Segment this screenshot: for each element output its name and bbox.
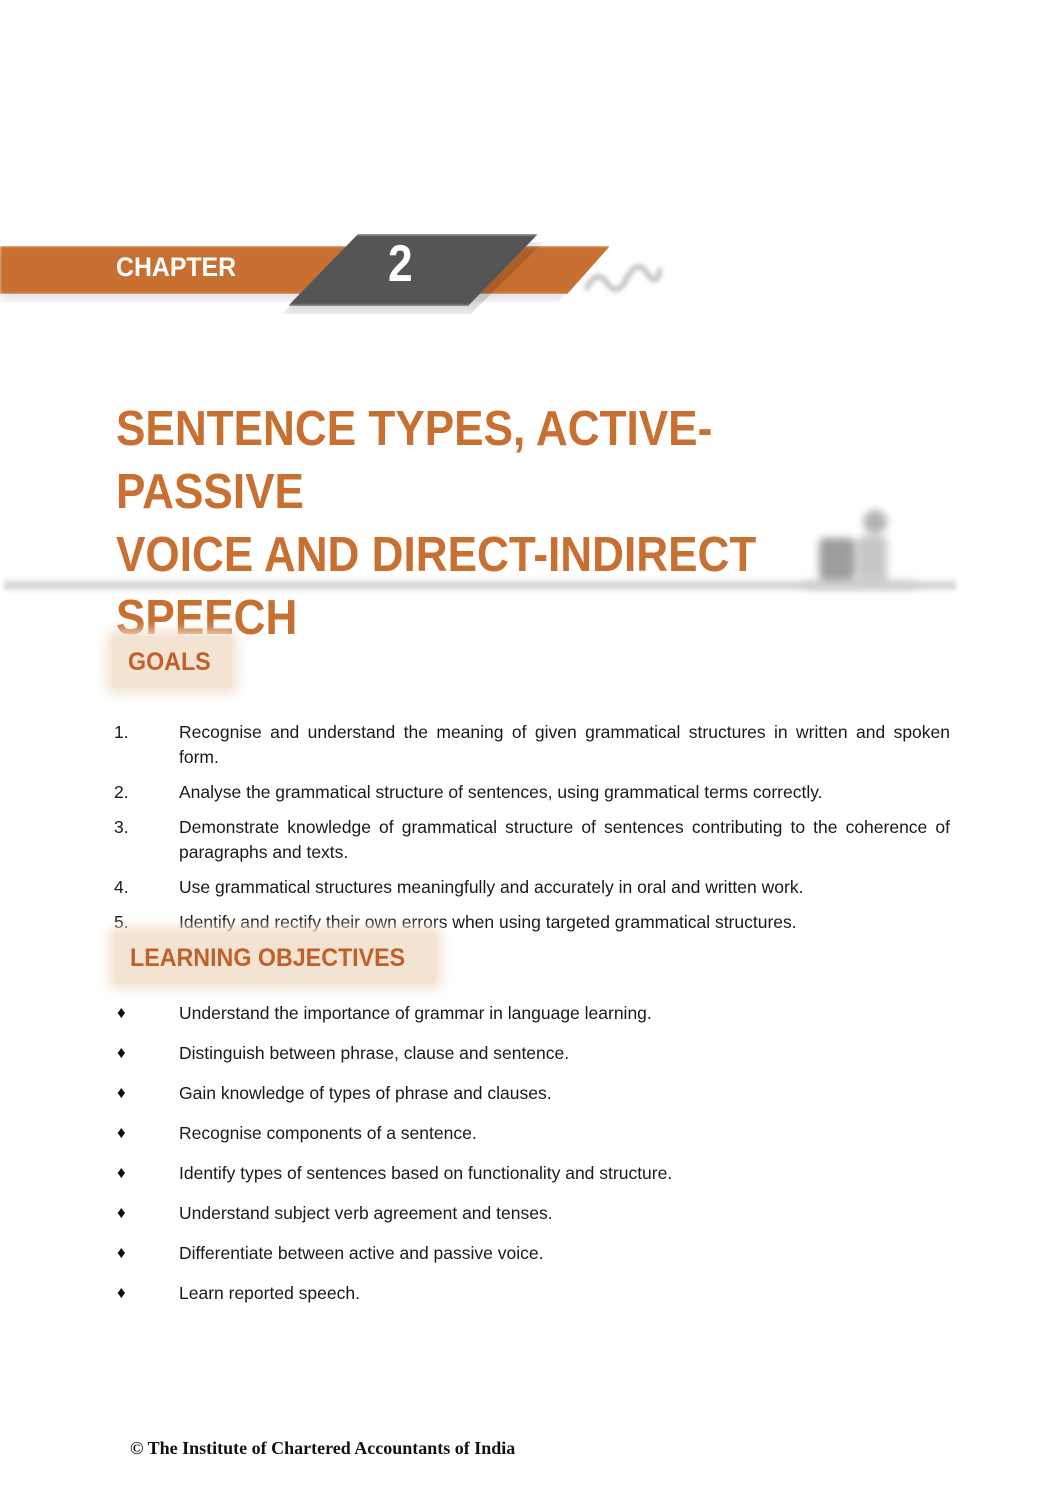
objective-item: ♦ Gain knowledge of types of phrase and …	[114, 1081, 950, 1121]
diamond-bullet-icon: ♦	[117, 1163, 126, 1182]
diamond-bullet-icon: ♦	[117, 1003, 126, 1022]
goal-item: 3. Demonstrate knowledge of grammatical …	[114, 815, 950, 865]
goal-item: 4. Use grammatical structures meaningful…	[114, 875, 950, 900]
title-line: SENTENCE TYPES, ACTIVE-PASSIVE	[116, 402, 713, 519]
objective-item: ♦ Identify types of sentences based on f…	[114, 1161, 950, 1201]
objective-text: Learn reported speech.	[179, 1283, 360, 1303]
goal-text: Demonstrate knowledge of grammatical str…	[179, 817, 950, 862]
diamond-bullet-icon: ♦	[117, 1283, 126, 1302]
learning-objectives-heading: LEARNING OBJECTIVES	[114, 932, 436, 984]
diamond-bullet-icon: ♦	[117, 1083, 126, 1102]
goal-text: Analyse the grammatical structure of sen…	[179, 782, 823, 802]
objective-text: Identify types of sentences based on fun…	[179, 1163, 673, 1183]
goal-text: Use grammatical structures meaningfully …	[179, 877, 804, 897]
goal-number: 1.	[114, 722, 129, 742]
objective-text: Distinguish between phrase, clause and s…	[179, 1043, 570, 1063]
goal-text: Recognise and understand the meaning of …	[179, 722, 950, 767]
chapter-banner: CHAPTER 2	[0, 228, 680, 318]
goals-heading: GOALS	[112, 636, 232, 688]
objective-item: ♦ Learn reported speech.	[114, 1281, 950, 1321]
decorative-figure-icon	[805, 510, 915, 590]
chapter-label: CHAPTER	[116, 252, 237, 282]
diamond-bullet-icon: ♦	[117, 1123, 126, 1142]
goals-list: 1. Recognise and understand the meaning …	[114, 720, 950, 945]
objective-item: ♦ Understand subject verb agreement and …	[114, 1201, 950, 1241]
title-line: VOICE AND DIRECT-INDIRECT	[116, 528, 757, 582]
goal-item: 2. Analyse the grammatical structure of …	[114, 780, 950, 805]
objective-text: Understand the importance of grammar in …	[179, 1003, 652, 1023]
objective-item: ♦ Understand the importance of grammar i…	[114, 1001, 950, 1041]
chapter-title: SENTENCE TYPES, ACTIVE-PASSIVE VOICE AND…	[116, 398, 854, 650]
chapter-number: 2	[388, 235, 413, 293]
copyright-footer: © The Institute of Chartered Accountants…	[130, 1438, 516, 1458]
goal-item: 1. Recognise and understand the meaning …	[114, 720, 950, 770]
objective-item: ♦ Recognise components of a sentence.	[114, 1121, 950, 1161]
objective-text: Understand subject verb agreement and te…	[179, 1203, 553, 1223]
diamond-bullet-icon: ♦	[117, 1243, 126, 1262]
goal-number: 3.	[114, 817, 129, 837]
learning-objectives-heading-text: LEARNING OBJECTIVES	[130, 943, 406, 972]
learning-objectives-list: ♦ Understand the importance of grammar i…	[114, 1001, 950, 1321]
goals-heading-text: GOALS	[128, 647, 211, 676]
objective-text: Recognise components of a sentence.	[179, 1123, 477, 1143]
diamond-bullet-icon: ♦	[117, 1203, 126, 1222]
decorative-swirl-icon	[584, 264, 662, 292]
goal-number: 2.	[114, 782, 129, 802]
goal-number: 4.	[114, 877, 129, 897]
objective-item: ♦ Distinguish between phrase, clause and…	[114, 1041, 950, 1081]
objective-item: ♦ Differentiate between active and passi…	[114, 1241, 950, 1281]
objective-text: Differentiate between active and passive…	[179, 1243, 544, 1263]
diamond-bullet-icon: ♦	[117, 1043, 126, 1062]
objective-text: Gain knowledge of types of phrase and cl…	[179, 1083, 552, 1103]
